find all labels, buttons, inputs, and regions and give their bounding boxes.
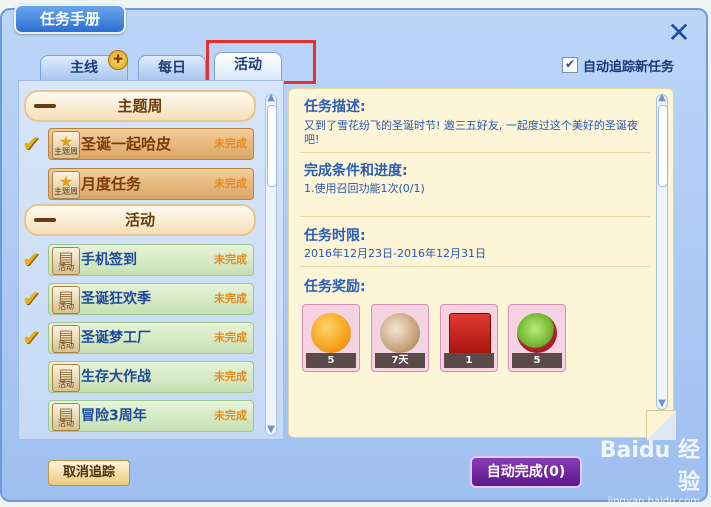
tracked-check-icon: ✔	[22, 287, 41, 312]
quest-item-monthly[interactable]: ★ 主题周 月度任务 未完成	[48, 168, 254, 200]
scroll-icon: ▤ 活动	[52, 364, 80, 392]
reward-slot[interactable]: 5	[302, 304, 360, 372]
growth-apple-icon	[517, 313, 557, 353]
red-envelope-icon	[449, 313, 491, 355]
section-header-event[interactable]: 活动	[24, 204, 256, 236]
section-title: 主题周	[117, 97, 163, 115]
section-header-theme-week[interactable]: 主题周	[24, 90, 256, 122]
quest-item-christmas-workshop[interactable]: ▤ 活动 圣诞梦工厂 未完成	[48, 322, 254, 354]
window-title: 任务手册	[14, 4, 126, 34]
reward-slot[interactable]: 7天	[371, 304, 429, 372]
reward-slot[interactable]: 5	[508, 304, 566, 372]
time-limit-text: 2016年12月23日-2016年12月31日	[304, 247, 486, 260]
quest-name: 生存大作战	[81, 369, 151, 385]
quest-status: 未完成	[214, 409, 247, 422]
quest-item-mobile-signin[interactable]: ▤ 活动 手机签到 未完成	[48, 244, 254, 276]
desc-text: 又到了雪花纷飞的圣诞时节! 邀三五好友, 一起度过这个美好的圣诞夜吧!	[304, 119, 638, 146]
quest-item-christmas-happy[interactable]: ★ 主题周 圣诞一起哈皮 未完成	[48, 128, 254, 160]
reward-count: 5	[512, 353, 562, 368]
star-icon: ★ 主题周	[52, 171, 80, 199]
quest-name: 圣诞梦工厂	[81, 330, 151, 346]
reward-count: 1	[444, 353, 494, 368]
scroll-thumb[interactable]	[267, 105, 277, 187]
quest-status: 未完成	[214, 331, 247, 344]
scroll-icon: ▤ 活动	[52, 286, 80, 314]
reward-heading: 任务奖励:	[304, 279, 366, 295]
scroll-icon: ▤ 活动	[52, 325, 80, 353]
star-icon: ★ 主题周	[52, 131, 80, 159]
time-limit-heading: 任务时限:	[304, 228, 366, 244]
quest-name: 圣诞一起哈皮	[81, 135, 172, 153]
quest-item-christmas-carnival[interactable]: ▤ 活动 圣诞狂欢季 未完成	[48, 283, 254, 315]
condition-heading: 完成条件和进度:	[304, 163, 408, 179]
quest-name: 圣诞狂欢季	[81, 291, 151, 307]
quest-status: 未完成	[214, 370, 247, 383]
auto-track-toggle[interactable]: ✔ 自动追踪新任务	[562, 55, 674, 75]
divider	[300, 216, 650, 217]
tab-daily[interactable]: 每日	[138, 55, 206, 80]
condition-text: 1.使用召回功能1次(0/1)	[304, 182, 425, 195]
scroll-icon: ▤ 活动	[52, 247, 80, 275]
new-badge-icon: ✚	[108, 50, 128, 70]
quest-status: 未完成	[214, 292, 247, 305]
auto-track-label: 自动追踪新任务	[583, 59, 675, 75]
divider	[300, 266, 650, 267]
scroll-up-icon[interactable]: ▲	[656, 92, 668, 103]
desc-heading: 任务描述:	[304, 99, 366, 115]
scroll-down-icon[interactable]: ▼	[656, 398, 668, 409]
collapse-icon	[34, 218, 56, 222]
tracked-check-icon: ✔	[22, 132, 41, 157]
reward-count: 7天	[375, 353, 425, 368]
quest-item-survival-battle[interactable]: ▤ 活动 生存大作战 未完成	[48, 361, 254, 393]
baidu-watermark: Baidu 经验 jingyan.baidu.com	[599, 438, 700, 507]
quest-name: 手机签到	[81, 252, 137, 268]
snail-pet-icon	[380, 313, 420, 353]
quest-item-adventure-anniversary[interactable]: ▤ 活动 冒险3周年 未完成	[48, 400, 254, 432]
quest-list-scrollbar[interactable]	[265, 94, 277, 436]
reward-count: 5	[306, 353, 356, 368]
tracked-check-icon: ✔	[22, 326, 41, 351]
collapse-icon	[34, 104, 56, 108]
highlight-box	[206, 40, 316, 84]
quest-status: 未完成	[214, 177, 247, 190]
auto-track-checkbox[interactable]: ✔	[562, 57, 578, 73]
quest-name: 冒险3周年	[81, 408, 147, 424]
scroll-icon: ▤ 活动	[52, 403, 80, 431]
scroll-up-icon[interactable]: ▲	[265, 92, 277, 103]
divider	[300, 152, 650, 153]
section-title: 活动	[124, 211, 155, 229]
quest-status: 未完成	[214, 137, 247, 150]
scroll-thumb[interactable]	[658, 105, 668, 187]
quest-name: 月度任务	[81, 175, 142, 193]
orange-fruit-icon	[311, 313, 351, 353]
close-icon[interactable]: ✕	[666, 19, 692, 47]
cancel-track-button[interactable]: 取消追踪	[48, 460, 130, 486]
reward-slot[interactable]: 1	[440, 304, 498, 372]
detail-scrollbar[interactable]	[656, 94, 668, 410]
auto-complete-button[interactable]: 自动完成(0)	[470, 456, 582, 488]
scroll-down-icon[interactable]: ▼	[265, 424, 277, 435]
tracked-check-icon: ✔	[22, 248, 41, 273]
quest-status: 未完成	[214, 253, 247, 266]
